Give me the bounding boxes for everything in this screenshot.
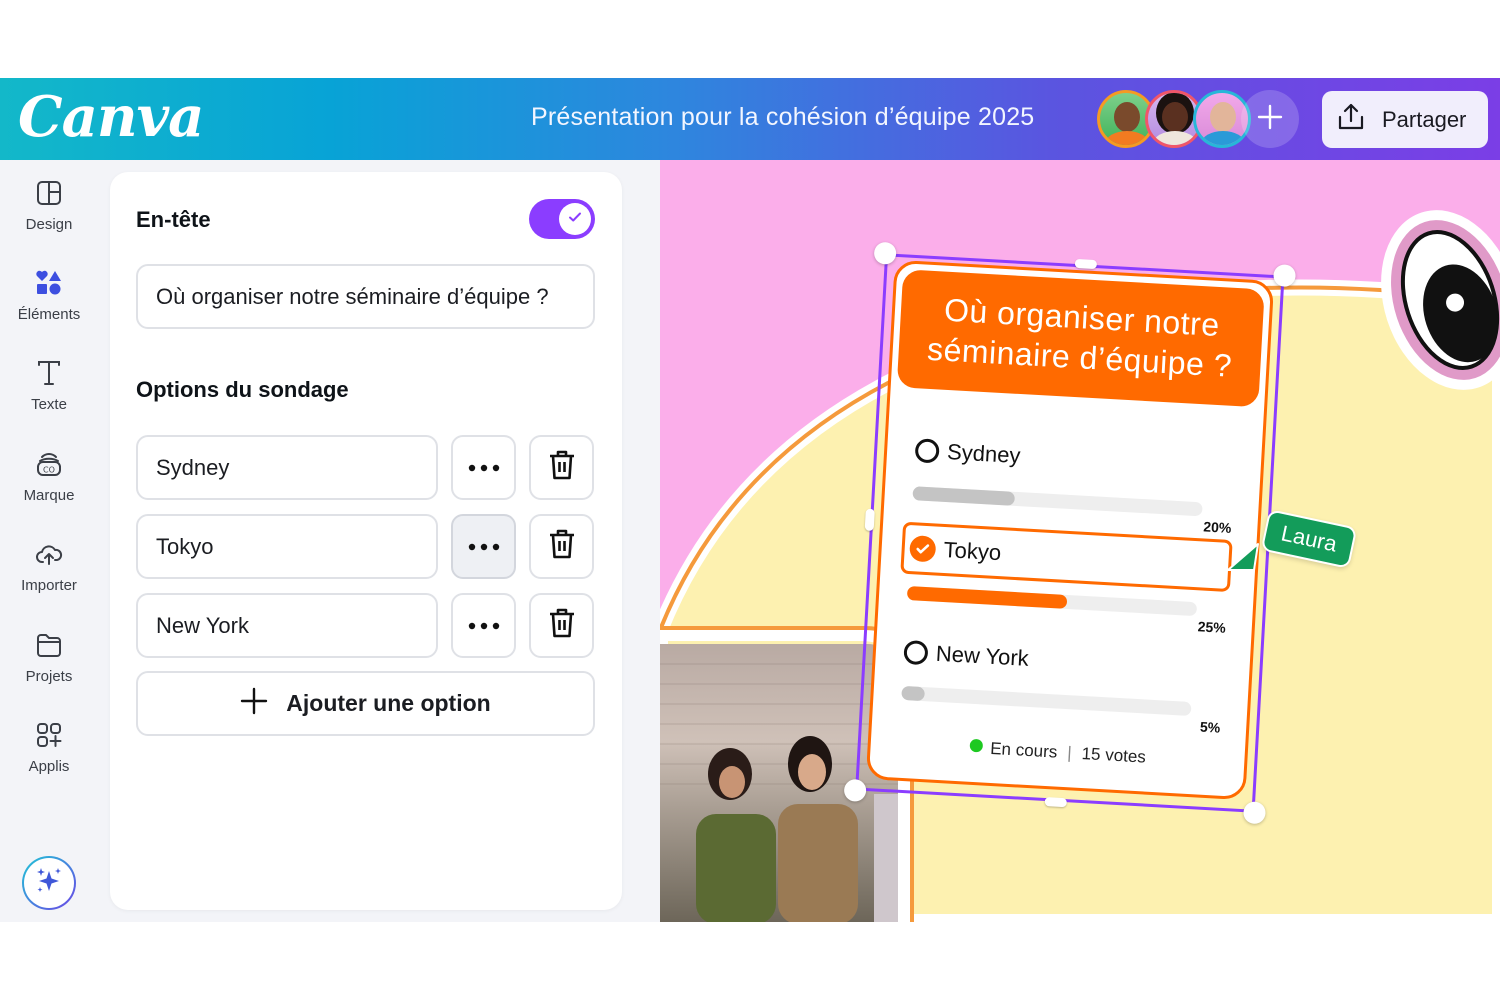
poll-bar-fill xyxy=(901,685,926,702)
sidebar-item-label: Texte xyxy=(31,396,67,413)
options-section-label: Options du sondage xyxy=(136,377,349,402)
resize-handle[interactable] xyxy=(1074,258,1098,270)
shapes-icon xyxy=(34,268,64,298)
sidebar-item-label: Importer xyxy=(21,577,77,594)
collaborator-avatars xyxy=(1097,90,1299,148)
option-more-button[interactable] xyxy=(451,435,516,500)
add-option-button[interactable]: Ajouter une option xyxy=(136,671,595,736)
sidebar-item-label: Design xyxy=(25,216,73,233)
sidebar-item-elements[interactable]: Éléments xyxy=(0,268,98,323)
cloud-upload-icon xyxy=(34,539,64,569)
trash-icon xyxy=(547,449,577,486)
poll-option-label: New York xyxy=(935,640,1030,671)
plus-icon xyxy=(1257,100,1283,139)
collaborator-cursor-icon xyxy=(1227,543,1259,571)
poll-percent: 25% xyxy=(1197,618,1227,636)
poll-option[interactable]: Tokyo xyxy=(909,526,1229,588)
option-more-button[interactable] xyxy=(451,514,516,579)
option-more-button[interactable] xyxy=(451,593,516,658)
add-collaborator-button[interactable] xyxy=(1241,90,1299,148)
sparkle-icon xyxy=(33,865,65,902)
option-delete-button[interactable] xyxy=(529,593,594,658)
status-dot xyxy=(969,738,983,753)
more-icon xyxy=(468,538,500,556)
layout-icon xyxy=(34,178,64,208)
poll-settings-panel: En-tête Où organiser notre séminaire d’é… xyxy=(110,172,622,910)
add-option-label: Ajouter une option xyxy=(286,690,491,716)
poll-percent: 5% xyxy=(1199,718,1221,736)
more-icon xyxy=(468,459,500,477)
trash-icon xyxy=(547,528,577,565)
canva-logo[interactable]: Canva xyxy=(18,84,204,150)
plus-icon xyxy=(240,687,268,721)
poll-bar-fill xyxy=(912,486,1015,506)
sidebar-item-text[interactable]: Texte xyxy=(0,358,98,413)
design-canvas[interactable]: Où organiser notre séminaire d’équipe ? … xyxy=(660,160,1500,922)
magic-button[interactable] xyxy=(22,856,76,910)
poll-option[interactable]: Sydney xyxy=(914,428,1234,490)
poll-option-label: Sydney xyxy=(946,439,1022,469)
poll-widget[interactable]: Où organiser notre séminaire d’équipe ? … xyxy=(843,241,1297,825)
poll-bar xyxy=(906,586,1198,617)
sidebar-item-brand[interactable]: CO Marque xyxy=(0,449,98,504)
option-delete-button[interactable] xyxy=(529,514,594,579)
check-circle-icon xyxy=(909,535,937,563)
poll-status: En cours xyxy=(989,738,1058,762)
header-section-label: En-tête xyxy=(136,207,211,232)
toggle-knob xyxy=(559,203,591,235)
upload-icon xyxy=(1336,102,1366,138)
share-button[interactable]: Partager xyxy=(1322,91,1488,148)
header-input[interactable]: Où organiser notre séminaire d’équipe ? xyxy=(136,264,595,329)
option-input-tokyo[interactable]: Tokyo xyxy=(136,514,438,579)
more-icon xyxy=(468,617,500,635)
sidebar-item-label: Applis xyxy=(28,758,70,775)
folder-icon xyxy=(34,630,64,660)
share-label: Partager xyxy=(1382,106,1467,132)
resize-handle[interactable] xyxy=(864,508,875,532)
resize-handle[interactable] xyxy=(1044,797,1068,808)
document-title[interactable]: Présentation pour la cohésion d’équipe 2… xyxy=(531,103,1034,132)
poll-option-label: Tokyo xyxy=(943,537,1002,566)
top-bar: Canva Présentation pour la cohésion d’éq… xyxy=(0,78,1500,160)
text-icon xyxy=(34,358,64,388)
sidebar-item-label: Éléments xyxy=(17,306,81,323)
poll-option[interactable]: New York xyxy=(903,630,1223,692)
sidebar-item-label: Projets xyxy=(25,668,73,685)
trash-icon xyxy=(547,607,577,644)
poll-question: Où organiser notre séminaire d’équipe ? xyxy=(896,269,1265,408)
left-sidebar: Design Éléments Texte CO Marque Importer… xyxy=(0,160,100,922)
option-input-sydney[interactable]: Sydney xyxy=(136,435,438,500)
sidebar-item-import[interactable]: Importer xyxy=(0,539,98,594)
poll-bar-fill xyxy=(906,586,1067,609)
option-input-new-york[interactable]: New York xyxy=(136,593,438,658)
poll-bar xyxy=(912,486,1203,517)
apps-icon xyxy=(34,720,64,750)
svg-text:CO: CO xyxy=(43,466,55,475)
radio-icon xyxy=(903,639,929,666)
poll-card-body: Où organiser notre séminaire d’équipe ? … xyxy=(865,259,1275,801)
header-toggle[interactable] xyxy=(529,199,595,239)
poll-footer: En cours | 15 votes xyxy=(870,732,1245,773)
poll-votes: 15 votes xyxy=(1081,744,1147,767)
radio-icon xyxy=(914,438,940,464)
check-icon xyxy=(567,209,583,230)
poll-percent: 20% xyxy=(1202,518,1232,536)
poll-bar xyxy=(901,685,1192,717)
option-delete-button[interactable] xyxy=(529,435,594,500)
sidebar-item-design[interactable]: Design xyxy=(0,178,98,233)
sidebar-item-label: Marque xyxy=(23,487,75,504)
separator: | xyxy=(1066,743,1073,763)
sidebar-item-projects[interactable]: Projets xyxy=(0,630,98,685)
sidebar-item-apps[interactable]: Applis xyxy=(0,720,98,775)
brand-icon: CO xyxy=(34,449,64,479)
